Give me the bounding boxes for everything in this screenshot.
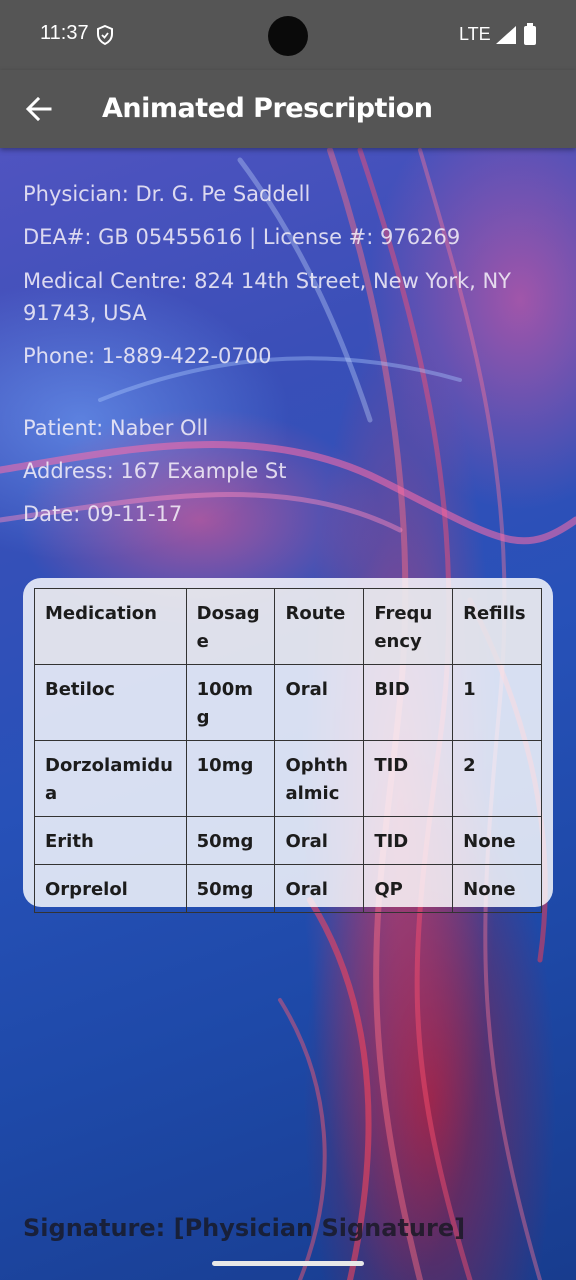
app-bar: Animated Prescription xyxy=(0,70,576,148)
signature-line: Signature: [Physician Signature] xyxy=(23,1214,466,1242)
page-title: Animated Prescription xyxy=(102,93,433,124)
cell-medication: Dorzolamidua xyxy=(34,740,187,817)
header-frequency: Frequency xyxy=(363,588,454,665)
cell-frequency: QP xyxy=(363,864,454,913)
cell-route: Ophthalmic xyxy=(274,740,365,817)
cell-medication: Betiloc xyxy=(34,664,187,741)
patient-address: Address: 167 Example St xyxy=(23,459,287,483)
cell-frequency: TID xyxy=(363,816,454,865)
medical-centre: Medical Centre: 824 14th Street, New Yor… xyxy=(23,269,512,325)
table-header-row: Medication Dosage Route Frequency Refill… xyxy=(34,588,542,665)
home-indicator[interactable] xyxy=(212,1261,364,1266)
status-bar: 11:37 LTE xyxy=(0,0,576,70)
header-dosage: Dosage xyxy=(185,588,276,665)
cell-route: Oral xyxy=(274,864,365,913)
arrow-back-icon[interactable] xyxy=(18,88,60,130)
header-refills: Refills xyxy=(452,588,542,665)
cell-medication: Erith xyxy=(34,816,187,865)
header-medication: Medication xyxy=(34,588,187,665)
cell-dosage: 100mg xyxy=(185,664,276,741)
cell-route: Oral xyxy=(274,816,365,865)
cell-dosage: 50mg xyxy=(185,816,276,865)
shield-icon xyxy=(97,25,113,45)
physician-phone: Phone: 1-889-422-0700 xyxy=(23,344,272,368)
cell-refills: None xyxy=(452,864,542,913)
cell-refills: 1 xyxy=(452,664,542,741)
physician-dea-license: DEA#: GB 05455616 | License #: 976269 xyxy=(23,225,461,249)
cell-refills: 2 xyxy=(452,740,542,817)
cell-dosage: 10mg xyxy=(185,740,276,817)
camera-cutout xyxy=(268,16,308,56)
cell-dosage: 50mg xyxy=(185,864,276,913)
cell-refills: None xyxy=(452,816,542,865)
battery-icon xyxy=(524,23,536,45)
table-row: Betiloc 100mg Oral BID 1 xyxy=(34,664,542,741)
prescription-date: Date: 09-11-17 xyxy=(23,502,183,526)
network-type: LTE xyxy=(459,24,491,44)
physician-name: Physician: Dr. G. Pe Saddell xyxy=(23,182,311,206)
signal-icon xyxy=(496,26,516,44)
table-row: Dorzolamidua 10mg Ophthalmic TID 2 xyxy=(34,740,542,817)
cell-frequency: BID xyxy=(363,664,454,741)
patient-name: Patient: Naber Oll xyxy=(23,416,209,440)
cell-medication: Orprelol xyxy=(34,864,187,913)
table-row: Erith 50mg Oral TID None xyxy=(34,816,542,865)
cell-frequency: TID xyxy=(363,740,454,817)
cell-route: Oral xyxy=(274,664,365,741)
header-route: Route xyxy=(274,588,365,665)
prescription-table-card: Medication Dosage Route Frequency Refill… xyxy=(23,578,553,913)
status-time: 11:37 xyxy=(40,22,89,44)
table-row: Orprelol 50mg Oral QP None xyxy=(34,864,542,913)
prescription-table: Medication Dosage Route Frequency Refill… xyxy=(34,588,542,913)
